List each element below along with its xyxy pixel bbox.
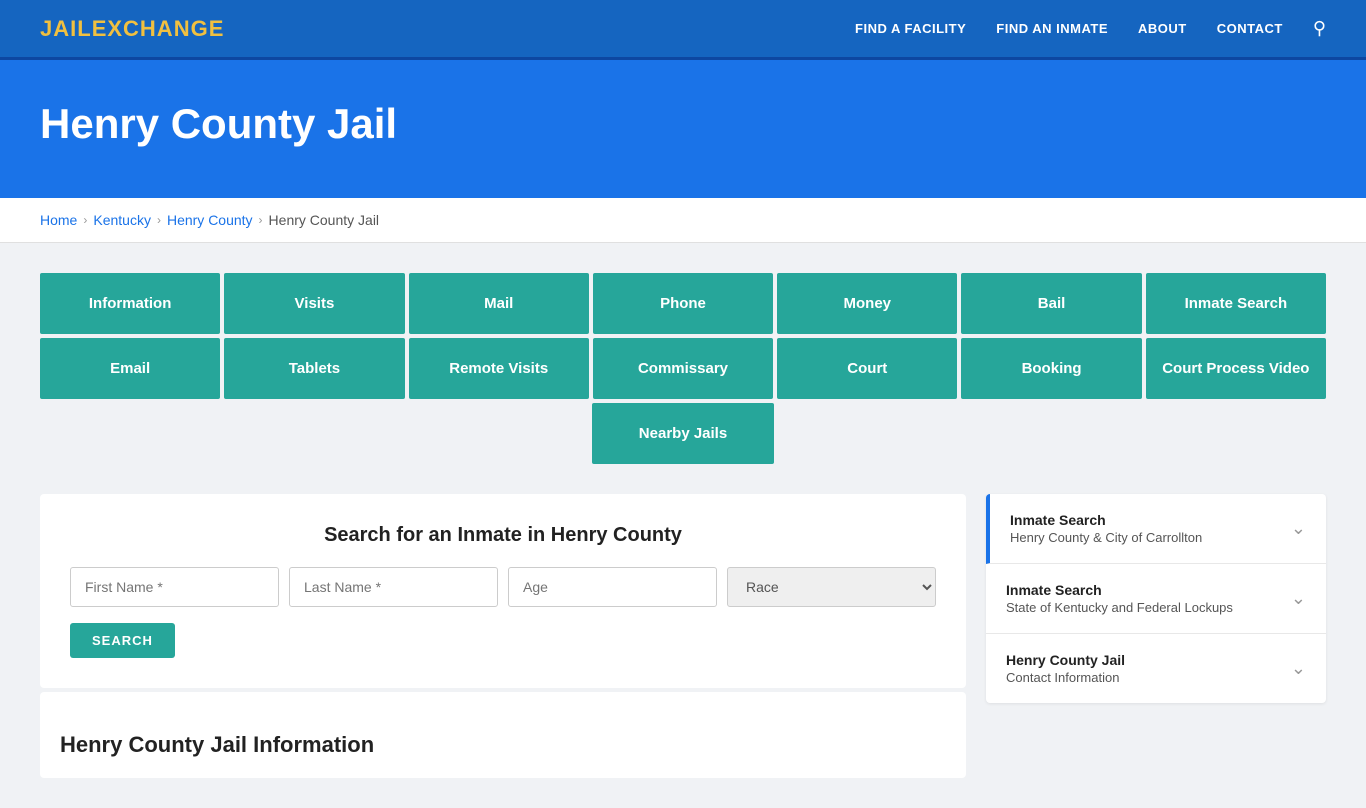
breadcrumb-sep-1: › (83, 213, 87, 227)
btn-nearby-jails[interactable]: Nearby Jails (592, 403, 774, 464)
main-content: Information Visits Mail Phone Money Bail… (0, 243, 1366, 808)
race-select[interactable]: Race White Black Hispanic Asian Other (727, 567, 936, 607)
nav-about[interactable]: ABOUT (1138, 21, 1187, 36)
btn-information[interactable]: Information (40, 273, 220, 334)
sidebar-item-1-title: Inmate Search (1010, 512, 1281, 528)
logo-exchange: EXCHANGE (92, 16, 225, 41)
section-heading: Henry County Jail Information (60, 732, 946, 758)
breadcrumb-henry-county[interactable]: Henry County (167, 212, 253, 228)
btn-inmate-search[interactable]: Inmate Search (1146, 273, 1326, 334)
age-input[interactable] (508, 567, 717, 607)
btn-phone[interactable]: Phone (593, 273, 773, 334)
logo-jail: JAIL (40, 16, 92, 41)
page-title: Henry County Jail (40, 100, 1326, 148)
last-name-input[interactable] (289, 567, 498, 607)
chevron-down-icon-3: ⌄ (1291, 658, 1306, 679)
site-logo[interactable]: JAILEXCHANGE (40, 16, 224, 42)
btn-booking[interactable]: Booking (961, 338, 1141, 399)
sidebar-card: Inmate Search Henry County & City of Car… (986, 494, 1326, 703)
btn-bail[interactable]: Bail (961, 273, 1141, 334)
button-grid-row2: Email Tablets Remote Visits Commissary C… (40, 338, 1326, 399)
sidebar-item-3-title: Henry County Jail (1006, 652, 1281, 668)
search-title: Search for an Inmate in Henry County (70, 524, 936, 547)
first-name-input[interactable] (70, 567, 279, 607)
breadcrumb-sep-2: › (157, 213, 161, 227)
btn-money[interactable]: Money (777, 273, 957, 334)
sidebar-item-3-subtitle: Contact Information (1006, 670, 1281, 685)
btn-mail[interactable]: Mail (409, 273, 589, 334)
nav-find-facility[interactable]: FIND A FACILITY (855, 21, 966, 36)
search-fields: Race White Black Hispanic Asian Other (70, 567, 936, 607)
info-section: Henry County Jail Information (40, 692, 966, 778)
sidebar-item-2-subtitle: State of Kentucky and Federal Lockups (1006, 600, 1281, 615)
breadcrumb-kentucky[interactable]: Kentucky (93, 212, 151, 228)
navbar: JAILEXCHANGE FIND A FACILITY FIND AN INM… (0, 0, 1366, 60)
breadcrumb-sep-3: › (259, 213, 263, 227)
btn-email[interactable]: Email (40, 338, 220, 399)
btn-visits[interactable]: Visits (224, 273, 404, 334)
btn-commissary[interactable]: Commissary (593, 338, 773, 399)
breadcrumb-home[interactable]: Home (40, 212, 77, 228)
breadcrumb-current: Henry County Jail (269, 212, 380, 228)
btn-remote-visits[interactable]: Remote Visits (409, 338, 589, 399)
inmate-search-box: Search for an Inmate in Henry County Rac… (40, 494, 966, 688)
nav-contact[interactable]: CONTACT (1217, 21, 1283, 36)
search-icon[interactable]: ⚲ (1313, 18, 1326, 39)
button-grid-row3: Nearby Jails (40, 403, 1326, 464)
nav-find-inmate[interactable]: FIND AN INMATE (996, 21, 1108, 36)
hero-banner: Henry County Jail (0, 60, 1366, 198)
sidebar-item-1[interactable]: Inmate Search Henry County & City of Car… (986, 494, 1326, 564)
button-grid-row1: Information Visits Mail Phone Money Bail… (40, 273, 1326, 334)
chevron-down-icon: ⌄ (1291, 518, 1306, 539)
nav-links: FIND A FACILITY FIND AN INMATE ABOUT CON… (855, 18, 1326, 39)
sidebar-item-1-text: Inmate Search Henry County & City of Car… (1010, 512, 1281, 545)
sidebar-item-3-text: Henry County Jail Contact Information (1006, 652, 1281, 685)
search-button[interactable]: SEARCH (70, 623, 175, 658)
sidebar-item-3[interactable]: Henry County Jail Contact Information ⌄ (986, 634, 1326, 703)
btn-tablets[interactable]: Tablets (224, 338, 404, 399)
chevron-down-icon-2: ⌄ (1291, 588, 1306, 609)
btn-court-process-video[interactable]: Court Process Video (1146, 338, 1326, 399)
sidebar-item-2-text: Inmate Search State of Kentucky and Fede… (1006, 582, 1281, 615)
sidebar-item-2-title: Inmate Search (1006, 582, 1281, 598)
sidebar: Inmate Search Henry County & City of Car… (986, 494, 1326, 703)
content-area: Search for an Inmate in Henry County Rac… (40, 494, 1326, 778)
left-column: Search for an Inmate in Henry County Rac… (40, 494, 966, 778)
breadcrumb: Home › Kentucky › Henry County › Henry C… (0, 198, 1366, 243)
sidebar-item-2[interactable]: Inmate Search State of Kentucky and Fede… (986, 564, 1326, 634)
btn-court[interactable]: Court (777, 338, 957, 399)
sidebar-item-1-subtitle: Henry County & City of Carrollton (1010, 530, 1281, 545)
